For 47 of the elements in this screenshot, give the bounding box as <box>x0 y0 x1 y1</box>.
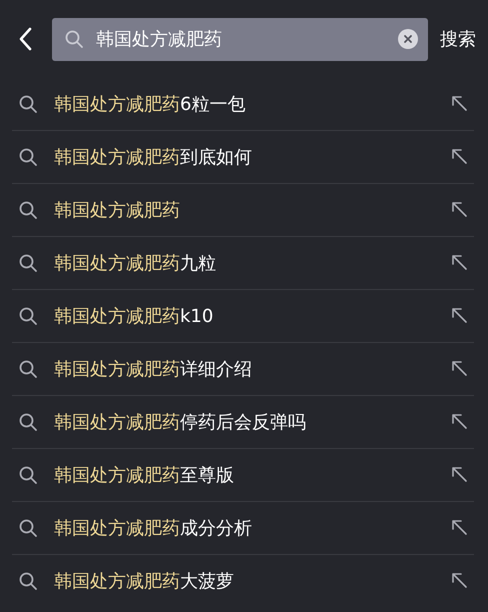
suggestion-text: 韩国处方减肥药成分分析 <box>54 517 253 540</box>
arrow-icon <box>450 147 468 165</box>
search-icon <box>64 29 84 49</box>
clear-button[interactable] <box>398 29 418 49</box>
arrow-icon <box>450 306 468 324</box>
suggestion-item[interactable]: 韩国处方减肥药停药后会反弹吗 <box>12 396 474 449</box>
search-input[interactable]: 韩国处方减肥药 <box>94 28 388 50</box>
suggestion-text: 韩国处方减肥药详细介绍 <box>54 358 253 381</box>
search-field[interactable]: 韩国处方减肥药 <box>52 18 428 60</box>
close-icon <box>403 34 413 44</box>
suggestion-item[interactable]: 韩国处方减肥药6粒一包 <box>12 78 474 131</box>
search-icon <box>18 94 38 114</box>
suggestion-item[interactable]: 韩国处方减肥药到底如何 <box>12 131 474 184</box>
suggestion-text: 韩国处方减肥药6粒一包 <box>54 93 246 116</box>
suggestion-text: 韩国处方减肥药至尊版 <box>54 464 235 487</box>
arrow-icon <box>450 571 468 589</box>
arrow-icon <box>450 200 468 218</box>
back-icon <box>18 27 32 51</box>
suggestion-item[interactable]: 韩国处方减肥药九粒 <box>12 237 474 290</box>
suggestion-text: 韩国处方减肥药九粒 <box>54 252 217 275</box>
suggestion-item[interactable]: 韩国处方减肥药大菠萝 <box>12 555 474 607</box>
arrow-icon <box>450 94 468 112</box>
search-icon <box>18 200 38 220</box>
search-icon <box>18 306 38 326</box>
arrow-icon <box>450 412 468 430</box>
search-icon <box>18 253 38 273</box>
arrow-icon <box>450 465 468 483</box>
suggestion-item[interactable]: 韩国处方减肥药详细介绍 <box>12 343 474 396</box>
search-icon <box>18 359 38 379</box>
suggestion-item[interactable]: 韩国处方减肥药k10 <box>12 290 474 343</box>
search-icon <box>18 465 38 485</box>
suggestion-text: 韩国处方减肥药 <box>54 199 181 222</box>
search-icon <box>18 571 38 591</box>
suggestion-text: 韩国处方减肥药k10 <box>54 305 214 328</box>
arrow-icon <box>450 253 468 271</box>
suggestion-item[interactable]: 韩国处方减肥药至尊版 <box>12 449 474 502</box>
suggestion-item[interactable]: 韩国处方减肥药成分分析 <box>12 502 474 555</box>
arrow-icon <box>450 359 468 377</box>
suggestion-text: 韩国处方减肥药到底如何 <box>54 146 253 169</box>
arrow-icon <box>450 518 468 536</box>
search-button[interactable]: 搜索 <box>440 27 476 51</box>
suggestion-text: 韩国处方减肥药大菠萝 <box>54 570 235 593</box>
search-icon <box>18 412 38 432</box>
search-icon <box>18 147 38 167</box>
search-icon <box>18 518 38 538</box>
suggestion-text: 韩国处方减肥药停药后会反弹吗 <box>54 411 307 434</box>
suggestion-item[interactable]: 韩国处方减肥药 <box>12 184 474 237</box>
